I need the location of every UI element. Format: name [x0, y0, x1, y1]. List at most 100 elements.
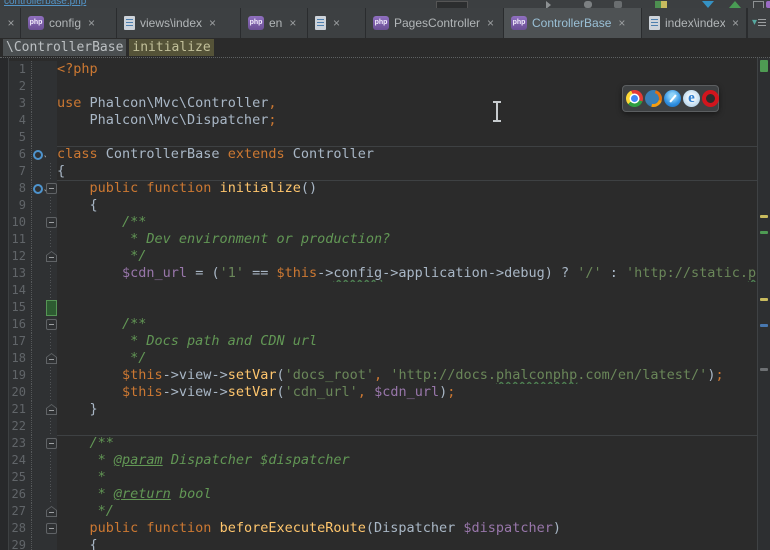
code-line[interactable]: 7{	[0, 163, 757, 180]
gutter-icon-cell	[32, 367, 46, 384]
tab-PagesController[interactable]: phpPagesController×	[366, 8, 503, 38]
fold-end-icon[interactable]	[46, 353, 57, 364]
toolbar-icon-fragment[interactable]	[655, 1, 667, 8]
tab-config[interactable]: phpconfig×	[21, 8, 116, 38]
close-icon[interactable]: ×	[289, 17, 296, 29]
code-token: (Dispatcher	[366, 520, 464, 536]
chevron-down-icon: ▾	[752, 18, 757, 28]
left-tool-window-strip	[0, 58, 9, 550]
toolbar-icon-fragment[interactable]	[766, 1, 770, 8]
code-text: {	[57, 197, 757, 214]
toolbar-icon-fragment[interactable]	[753, 1, 764, 8]
commit-icon[interactable]	[729, 1, 741, 8]
code-token: Phalcon\Mvc\Controller	[81, 95, 268, 111]
close-icon[interactable]: ×	[7, 17, 14, 29]
code-token: :	[602, 265, 626, 281]
main-toolbar-strip: controllerbase.php	[0, 0, 770, 8]
code-line[interactable]: 24 * @param Dispatcher $dispatcher	[0, 452, 757, 469]
chrome-icon[interactable]	[626, 90, 643, 107]
gutter-icon-cell	[32, 401, 46, 418]
breadcrumb-method[interactable]: initialize	[129, 39, 213, 56]
code-line[interactable]: 18 */	[0, 350, 757, 367]
tab-en[interactable]: phpen×	[241, 8, 307, 38]
code-line[interactable]: 8↓ public function initialize()	[0, 180, 757, 197]
tab-unnamed[interactable]: ×	[308, 8, 365, 38]
close-icon[interactable]: ×	[209, 17, 216, 29]
close-icon[interactable]: ×	[732, 17, 739, 29]
gutter-icon-cell	[32, 129, 46, 146]
code-token: *	[57, 486, 114, 502]
code-text	[57, 299, 757, 316]
tab-list-button[interactable]: ▾	[748, 8, 770, 38]
code-line[interactable]: 1<?php	[0, 61, 757, 78]
run-icon[interactable]	[546, 1, 551, 8]
code-line[interactable]: 19 $this->view->setVar('docs_root', 'htt…	[0, 367, 757, 384]
error-stripe-scrollbar[interactable]	[757, 58, 770, 550]
code-line[interactable]: 10 /**	[0, 214, 757, 231]
code-token	[366, 384, 374, 400]
code-editor[interactable]: 1<?php23use Phalcon\Mvc\Controller,4 Pha…	[0, 58, 757, 550]
code-line[interactable]: 29 {	[0, 537, 757, 550]
gutter-icon-cell	[32, 61, 46, 78]
update-project-icon[interactable]	[702, 1, 714, 8]
code-token: (	[276, 384, 284, 400]
fold-collapse-icon[interactable]	[46, 217, 57, 228]
close-icon[interactable]: ×	[333, 17, 340, 29]
code-line[interactable]: 6↓class ControllerBase extends Controlle…	[0, 146, 757, 163]
gutter-icon-cell	[32, 452, 46, 469]
code-line[interactable]: 16 /**	[0, 316, 757, 333]
code-line[interactable]: 23 /**	[0, 435, 757, 452]
code-line[interactable]: 17 * Docs path and CDN url	[0, 333, 757, 350]
fold-end-icon[interactable]	[46, 404, 57, 415]
code-line[interactable]: 12 */	[0, 248, 757, 265]
internet-explorer-icon[interactable]: e	[683, 90, 700, 107]
opera-icon[interactable]	[702, 90, 719, 107]
fold-end-icon[interactable]	[46, 506, 57, 517]
tab-views\index[interactable]: views\index×	[117, 8, 240, 38]
gutter-icon-cell	[32, 486, 46, 503]
fold-collapse-icon[interactable]	[46, 183, 57, 194]
tab-index\index[interactable]: index\index×	[642, 8, 746, 38]
gutter-icon-cell: ↓	[32, 146, 46, 163]
code-line[interactable]: 15	[0, 299, 757, 316]
tab-ControllerBase[interactable]: phpControllerBase×	[504, 8, 641, 38]
code-token: 'cdn_url'	[285, 384, 358, 400]
code-line[interactable]: 28 public function beforeExecuteRoute(Di…	[0, 520, 757, 537]
safari-icon[interactable]	[664, 90, 681, 107]
gutter-icon-cell	[32, 95, 46, 112]
coverage-icon[interactable]	[614, 1, 622, 8]
code-line[interactable]: 13 $cdn_url = ('1' == $this->config->app…	[0, 265, 757, 282]
code-line[interactable]: 26 * @return bool	[0, 486, 757, 503]
code-line[interactable]: 9 {	[0, 197, 757, 214]
gutter-icon-cell	[32, 384, 46, 401]
code-line[interactable]: 21 }	[0, 401, 757, 418]
fold-collapse-icon[interactable]	[46, 523, 57, 534]
code-token: Dispatcher $dispatcher	[163, 452, 350, 468]
close-icon[interactable]: ×	[487, 17, 494, 29]
close-icon[interactable]: ×	[618, 17, 625, 29]
run-configuration-combo[interactable]	[436, 1, 468, 8]
code-line[interactable]: 14	[0, 282, 757, 299]
fold-cell	[46, 299, 57, 316]
code-line[interactable]: 27 */	[0, 503, 757, 520]
code-line[interactable]: 25 *	[0, 469, 757, 486]
tab-unnamed[interactable]: ×	[0, 8, 20, 38]
debug-icon[interactable]	[584, 1, 592, 8]
code-line[interactable]: 22	[0, 418, 757, 435]
warning-mark	[760, 298, 768, 301]
code-token: use	[57, 95, 81, 111]
code-line[interactable]: 5	[0, 129, 757, 146]
code-line[interactable]: 20 $this->view->setVar('cdn_url', $cdn_u…	[0, 384, 757, 401]
breadcrumb-class[interactable]: \ControllerBase	[3, 39, 126, 56]
code-token: ,	[268, 95, 276, 111]
navigation-bar-file-link[interactable]: controllerbase.php	[4, 0, 86, 7]
code-token: /**	[57, 316, 146, 332]
fold-end-icon[interactable]	[46, 251, 57, 262]
close-icon[interactable]: ×	[88, 17, 95, 29]
fold-collapse-icon[interactable]	[46, 438, 57, 449]
code-line[interactable]: 4 Phalcon\Mvc\Dispatcher;	[0, 112, 757, 129]
fold-collapse-icon[interactable]	[46, 319, 57, 330]
firefox-icon[interactable]	[645, 90, 662, 107]
code-line[interactable]: 11 * Dev environment or production?	[0, 231, 757, 248]
fold-cell	[46, 486, 57, 503]
